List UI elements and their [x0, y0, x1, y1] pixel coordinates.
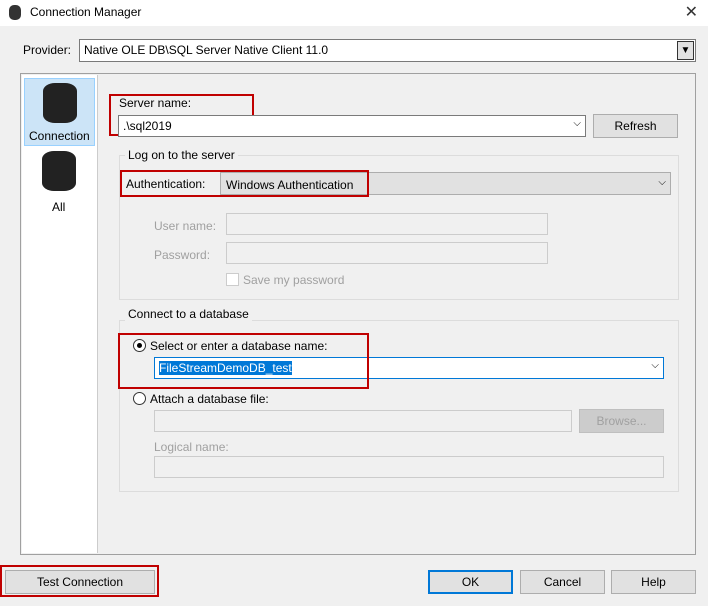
attach-file-label: Attach a database file: — [150, 392, 269, 406]
browse-button[interactable]: Browse... — [579, 409, 664, 433]
database-wrench-icon — [42, 151, 76, 191]
ok-button[interactable]: OK — [428, 570, 513, 594]
save-password-label: Save my password — [243, 273, 345, 287]
password-input[interactable] — [226, 242, 548, 264]
sidebar-item-connection[interactable]: Connection — [24, 78, 95, 146]
provider-value: Native OLE DB\SQL Server Native Client 1… — [84, 43, 329, 57]
title-bar: Connection Manager ✕ — [0, 0, 708, 26]
sidebar-item-label: Connection — [29, 129, 90, 143]
authentication-label: Authentication: — [126, 177, 206, 191]
chevron-down-icon: ⌵ — [658, 177, 666, 188]
close-button[interactable]: ✕ — [685, 2, 698, 22]
refresh-button[interactable]: Refresh — [593, 114, 678, 138]
logical-name-label: Logical name: — [154, 440, 229, 454]
provider-label: Provider: — [23, 43, 72, 57]
password-label: Password: — [154, 248, 211, 262]
highlight-test — [0, 565, 159, 597]
save-password-checkbox[interactable] — [226, 273, 239, 286]
sidebar-item-all[interactable]: All — [24, 149, 95, 215]
database-icon — [9, 5, 21, 20]
chevron-down-icon[interactable]: ⌵ — [651, 360, 659, 371]
help-button[interactable]: Help — [611, 570, 696, 594]
sidebar-item-label: All — [52, 200, 66, 214]
attach-file-input[interactable] — [154, 410, 572, 432]
database-group-title: Connect to a database — [125, 307, 252, 321]
server-name-input[interactable]: .\sql2019 ⌵ — [118, 115, 586, 137]
server-name-label: Server name: — [119, 96, 192, 110]
logon-group-title: Log on to the server — [125, 148, 238, 162]
chevron-down-icon[interactable]: ▼ — [677, 41, 694, 60]
logical-name-input[interactable] — [154, 456, 664, 478]
username-label: User name: — [154, 219, 217, 233]
window-title: Connection Manager — [30, 5, 142, 19]
chevron-down-icon[interactable]: ⌵ — [573, 118, 581, 129]
provider-select[interactable]: Native OLE DB\SQL Server Native Client 1… — [79, 39, 696, 62]
cancel-button[interactable]: Cancel — [520, 570, 605, 594]
highlight-database — [118, 333, 369, 389]
database-plug-icon — [43, 83, 77, 123]
username-input[interactable] — [226, 213, 548, 235]
server-name-value: .\sql2019 — [123, 119, 172, 133]
attach-file-radio[interactable] — [133, 392, 146, 405]
sidebar: Connection All — [22, 75, 98, 553]
